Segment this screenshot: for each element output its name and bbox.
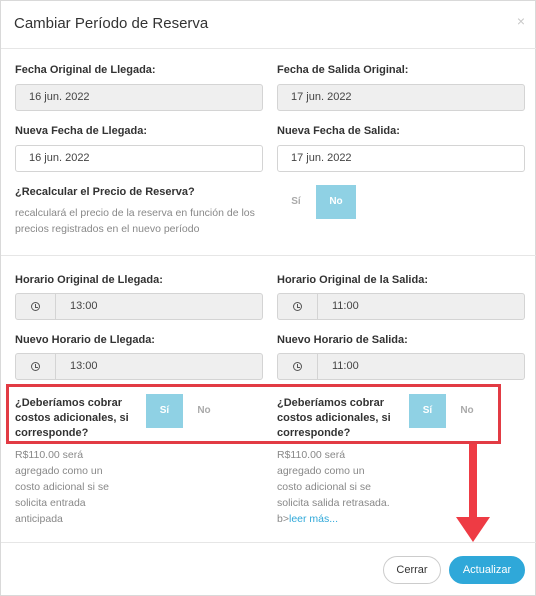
extra-arrival-help-line2: agregado como un bbox=[15, 465, 103, 477]
recalculate-no-toggle[interactable]: No bbox=[316, 185, 356, 219]
original-arrival-time-label: Horario Original de Llegada: bbox=[15, 274, 163, 286]
close-icon[interactable]: × bbox=[517, 13, 525, 29]
original-departure-time-value: 11:00 bbox=[332, 300, 359, 312]
close-button[interactable]: Cerrar bbox=[383, 556, 441, 584]
new-arrival-time-value: 13:00 bbox=[70, 360, 98, 372]
new-departure-time-value: 11:00 bbox=[332, 360, 359, 372]
new-arrival-label: Nueva Fecha de Llegada: bbox=[15, 125, 148, 137]
original-departure-label: Fecha de Salida Original: bbox=[277, 64, 409, 76]
new-departure-label: Nueva Fecha de Salida: bbox=[277, 125, 400, 137]
new-departure-time-label: Nuevo Horario de Salida: bbox=[277, 334, 408, 346]
extra-departure-help-line2: agregado como un bbox=[277, 465, 365, 477]
new-arrival-date-input[interactable]: 16 jun. 2022 bbox=[15, 145, 263, 172]
recalculate-help-line1: recalculará el precio de la reserva en f… bbox=[15, 207, 255, 219]
original-arrival-time-field: 13:00 bbox=[15, 293, 263, 320]
extra-departure-help-prefix: b> bbox=[277, 513, 289, 525]
clock-icon bbox=[16, 294, 56, 319]
extra-departure-help-line5: b>leer más... bbox=[277, 511, 338, 527]
recalculate-yes-toggle[interactable]: Sí bbox=[277, 185, 315, 219]
clock-icon bbox=[278, 354, 318, 379]
new-departure-date-input[interactable]: 17 jun. 2022 bbox=[277, 145, 525, 172]
read-more-link[interactable]: leer más... bbox=[289, 513, 338, 525]
extra-departure-help-line1: R$110.00 será bbox=[277, 449, 346, 461]
dialog-title: Cambiar Período de Reserva bbox=[14, 15, 209, 32]
new-arrival-time-label: Nuevo Horario de Llegada: bbox=[15, 334, 155, 346]
clock-icon bbox=[16, 354, 56, 379]
annotation-arrow-shaft bbox=[469, 444, 477, 519]
new-arrival-time-input[interactable]: 13:00 bbox=[15, 353, 263, 380]
original-arrival-field: 16 jun. 2022 bbox=[15, 84, 263, 111]
extra-arrival-help-line1: R$110.00 será bbox=[15, 449, 84, 461]
extra-arrival-help-line5: anticipada bbox=[15, 513, 63, 525]
recalculate-label: ¿Recalcular el Precio de Reserva? bbox=[15, 186, 195, 198]
annotation-arrow-head bbox=[456, 517, 490, 542]
original-arrival-label: Fecha Original de Llegada: bbox=[15, 64, 156, 76]
update-button[interactable]: Actualizar bbox=[449, 556, 525, 584]
highlight-annotation-box bbox=[6, 384, 501, 444]
extra-departure-help-line3: costo adicional si se bbox=[277, 481, 371, 493]
original-departure-field: 17 jun. 2022 bbox=[277, 84, 525, 111]
original-departure-time-label: Horario Original de la Salida: bbox=[277, 274, 428, 286]
footer-divider bbox=[1, 542, 536, 543]
clock-icon bbox=[278, 294, 318, 319]
extra-departure-help-line4: solicita salida retrasada. bbox=[277, 497, 390, 509]
extra-arrival-help-line4: solicita entrada bbox=[15, 497, 86, 509]
change-reservation-period-dialog: Cambiar Período de Reserva × Fecha Origi… bbox=[0, 0, 536, 596]
original-departure-time-field: 11:00 bbox=[277, 293, 525, 320]
section-divider bbox=[1, 255, 536, 256]
dialog-header: Cambiar Período de Reserva × bbox=[1, 1, 536, 49]
recalculate-help-line2: precios registrados en el nuevo período bbox=[15, 223, 200, 235]
original-arrival-time-value: 13:00 bbox=[70, 300, 98, 312]
new-departure-time-input[interactable]: 11:00 bbox=[277, 353, 525, 380]
extra-arrival-help-line3: costo adicional si se bbox=[15, 481, 109, 493]
